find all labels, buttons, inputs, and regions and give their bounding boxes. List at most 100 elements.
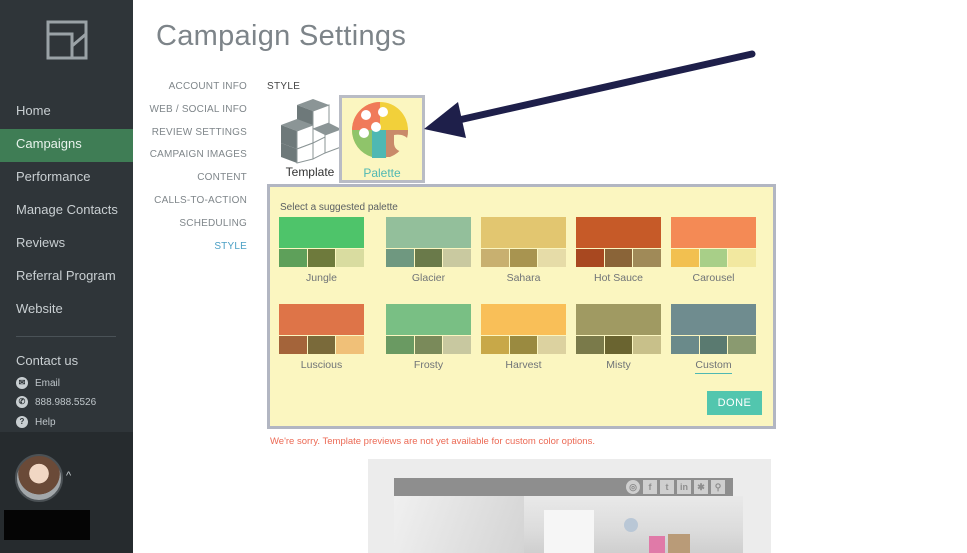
palette-swatch-glacier[interactable]: Glacier [386, 217, 472, 286]
settings-nav-calls-to-action[interactable]: CALLS-TO-ACTION [140, 194, 247, 217]
logo-icon[interactable] [46, 20, 88, 60]
palette-swatch-label: Glacier [411, 272, 446, 284]
swatch-color-chip [728, 249, 757, 267]
swatch-primary-color [386, 304, 471, 335]
swatch-color-chip [509, 336, 538, 354]
swatch-color-chip [307, 249, 336, 267]
palette-swatch-harvest[interactable]: Harvest [481, 304, 567, 373]
palette-swatch-label: Harvest [505, 359, 542, 371]
contact-help-label: Help [35, 416, 56, 428]
nav-item-performance[interactable]: Performance [0, 162, 133, 195]
location-pin-icon: ⚲ [711, 480, 725, 494]
swatch-secondary-colors [386, 249, 472, 267]
swatch-color-chip [481, 249, 509, 267]
avatar[interactable] [15, 454, 63, 502]
swatch-color-chip [414, 336, 443, 354]
swatch-color-chip [336, 336, 365, 354]
sidebar: Home Campaigns Performance Manage Contac… [0, 0, 133, 553]
palette-swatch-luscious[interactable]: Luscious [279, 304, 365, 373]
artist-palette-icon [351, 102, 410, 158]
swatch-secondary-colors [576, 249, 662, 267]
swatch-secondary-colors [279, 336, 365, 354]
preview-hero-image [394, 496, 743, 553]
palette-swatch-label: Sahara [506, 272, 541, 284]
preview-header-bar: ◎ f t in ✱ ⚲ [394, 478, 733, 496]
palette-swatch-sahara[interactable]: Sahara [481, 217, 567, 286]
swatch-color-chip [699, 249, 728, 267]
swatch-secondary-colors [481, 336, 567, 354]
palette-swatch-misty[interactable]: Misty [576, 304, 662, 373]
sidebar-divider [16, 336, 116, 337]
swatch-primary-color [481, 304, 566, 335]
palette-swatch-label: Frosty [413, 359, 444, 371]
palette-swatch-carousel[interactable]: Carousel [671, 217, 757, 286]
annotation-arrow-icon [424, 50, 756, 138]
nav-item-manage-contacts[interactable]: Manage Contacts [0, 195, 133, 228]
swatch-color-chip [443, 249, 472, 267]
swatch-primary-color [576, 304, 661, 335]
done-button[interactable]: DONE [707, 391, 762, 415]
settings-nav-content[interactable]: CONTENT [140, 171, 247, 194]
settings-nav-account-info[interactable]: ACCOUNT INFO [140, 80, 247, 103]
contact-phone-link[interactable]: ✆ 888.988.5526 [16, 396, 96, 408]
palette-swatch-label: Misty [606, 359, 631, 371]
swatch-color-chip [633, 249, 662, 267]
swatch-color-chip [538, 249, 567, 267]
swatch-color-chip [604, 249, 633, 267]
palette-option[interactable]: Palette [339, 95, 425, 183]
contact-help-link[interactable]: ? Help [16, 416, 56, 428]
nav-item-referral-program[interactable]: Referral Program [0, 261, 133, 294]
main-nav: Home Campaigns Performance Manage Contac… [0, 96, 133, 327]
style-section-label: STYLE [267, 81, 301, 92]
swatch-secondary-colors [481, 249, 567, 267]
contact-email-label: Email [35, 377, 61, 389]
swatch-secondary-colors [671, 249, 757, 267]
swatch-primary-color [279, 217, 364, 248]
swatch-color-chip [386, 336, 414, 354]
settings-nav-scheduling[interactable]: SCHEDULING [140, 217, 247, 240]
swatch-color-chip [671, 249, 699, 267]
mail-icon: ✉ [16, 377, 28, 389]
palette-option-label: Palette [363, 166, 401, 180]
phone-icon: ✆ [16, 396, 28, 408]
settings-nav-style[interactable]: STYLE [140, 240, 247, 263]
nav-item-campaigns[interactable]: Campaigns [0, 129, 133, 162]
palette-swatch-label: Carousel [692, 272, 735, 284]
nav-item-website[interactable]: Website [0, 294, 133, 327]
contact-email-link[interactable]: ✉ Email [16, 377, 60, 389]
swatch-color-chip [279, 249, 307, 267]
settings-nav-campaign-images[interactable]: CAMPAIGN IMAGES [140, 148, 247, 171]
swatch-color-chip [307, 336, 336, 354]
swatch-color-chip [336, 249, 365, 267]
swatch-primary-color [386, 217, 471, 248]
palette-swatch-label: Jungle [306, 272, 337, 284]
profile-section: ^ [0, 432, 133, 553]
swatch-primary-color [671, 217, 756, 248]
cubes-template-icon [281, 99, 342, 164]
twitter-icon: t [660, 480, 674, 494]
swatch-color-chip [443, 336, 472, 354]
chevron-up-icon[interactable]: ^ [66, 470, 71, 482]
swatch-color-chip [576, 336, 604, 354]
nav-item-home[interactable]: Home [0, 96, 133, 129]
settings-nav-web-social-info[interactable]: WEB / SOCIAL INFO [140, 103, 247, 126]
redacted-user-name [4, 510, 90, 540]
preview-social-icons: ◎ f t in ✱ ⚲ [626, 480, 725, 494]
swatch-secondary-colors [576, 336, 662, 354]
palette-swatch-jungle[interactable]: Jungle [279, 217, 365, 286]
palette-swatch-frosty[interactable]: Frosty [386, 304, 472, 373]
swatch-secondary-colors [386, 336, 472, 354]
palette-swatch-custom[interactable]: Custom [671, 304, 757, 374]
contact-phone-label: 888.988.5526 [35, 396, 97, 408]
palette-swatch-label: Luscious [300, 359, 343, 371]
swatch-secondary-colors [671, 336, 757, 354]
swatch-color-chip [728, 336, 757, 354]
swatch-color-chip [538, 336, 567, 354]
settings-nav-review-settings[interactable]: REVIEW SETTINGS [140, 126, 247, 149]
page-title: Campaign Settings [156, 20, 407, 52]
swatch-color-chip [386, 249, 414, 267]
palette-swatch-hot-sauce[interactable]: Hot Sauce [576, 217, 662, 286]
swatch-color-chip [604, 336, 633, 354]
nav-item-reviews[interactable]: Reviews [0, 228, 133, 261]
question-icon: ? [16, 416, 28, 428]
